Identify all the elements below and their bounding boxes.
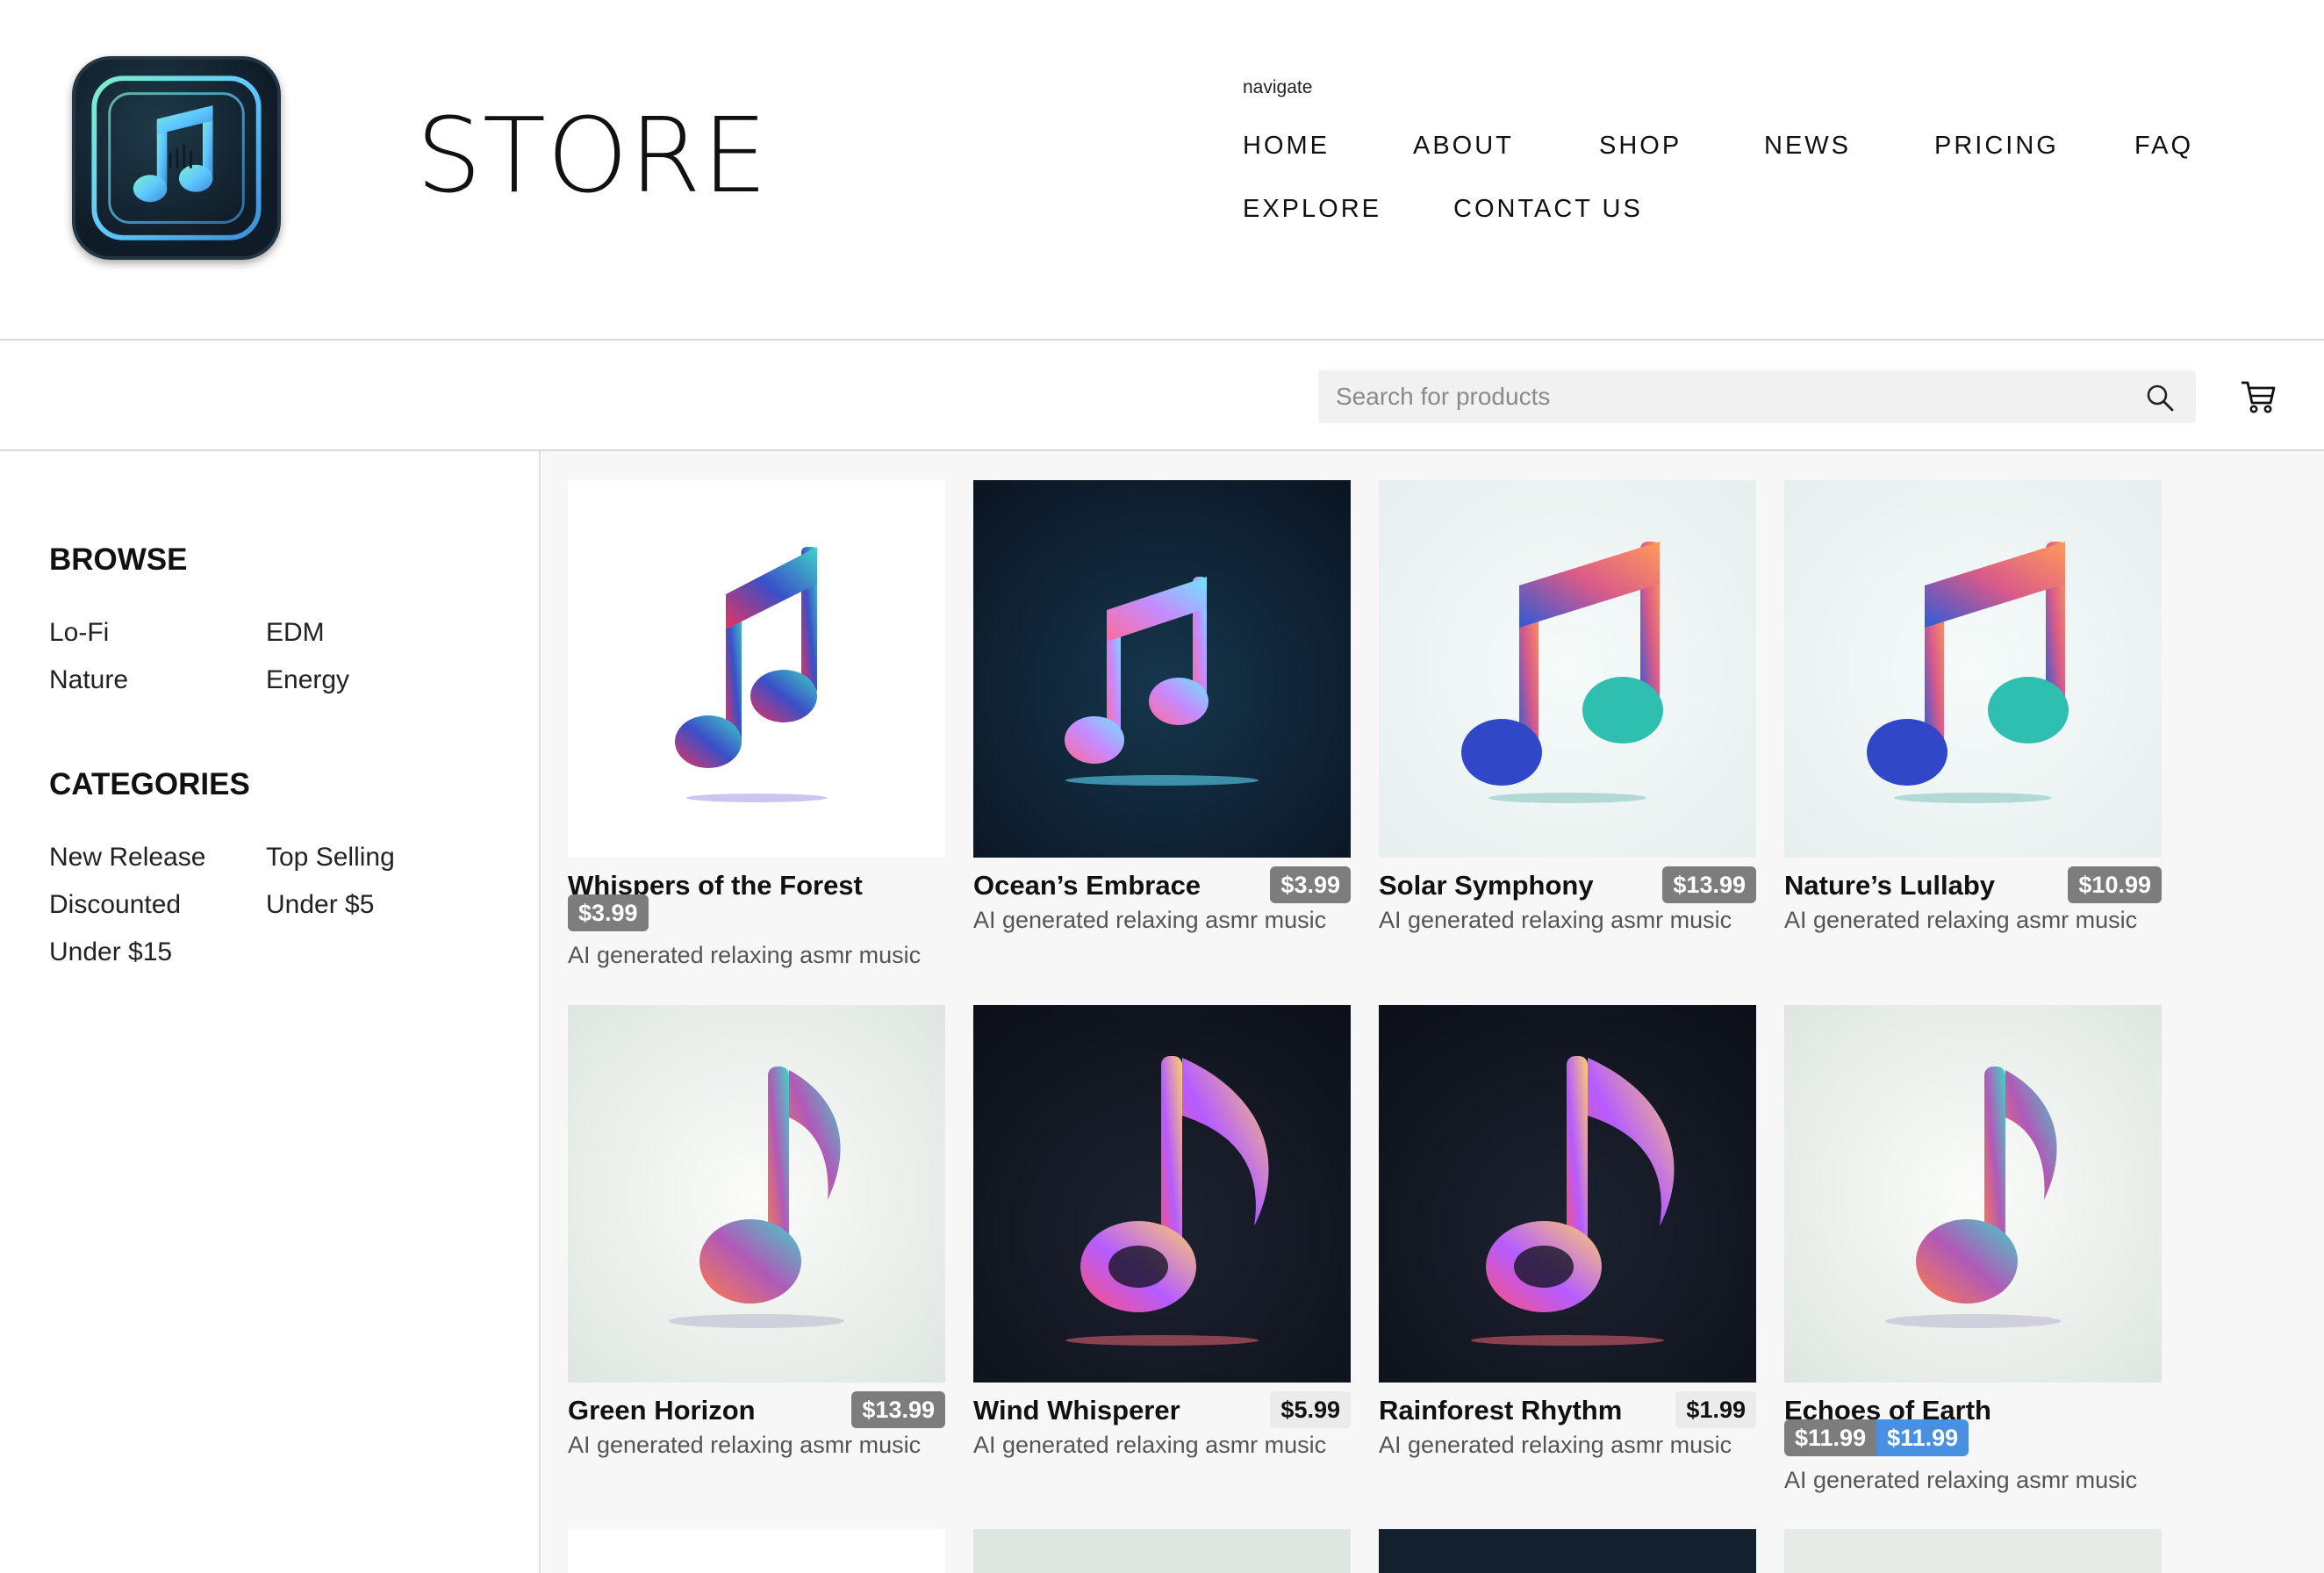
price-row: $11.99 $11.99 <box>1784 1419 1969 1456</box>
price-badge: $3.99 <box>1270 866 1351 903</box>
product-description: AI generated relaxing asmr music <box>973 907 1327 933</box>
music-note-icon <box>568 1005 945 1383</box>
product-title[interactable]: Wind Whisperer <box>973 1395 1180 1426</box>
product-description: AI generated relaxing asmr music <box>1784 907 2138 933</box>
product-thumbnail[interactable] <box>568 1529 945 1573</box>
product-title[interactable]: Nature’s Lullaby <box>1784 870 1995 901</box>
category-new-release[interactable]: New Release <box>49 843 205 873</box>
price-badge: $10.99 <box>2068 866 2162 903</box>
category-top-selling[interactable]: Top Selling <box>266 843 395 873</box>
browse-item-lofi[interactable]: Lo-Fi <box>49 618 109 648</box>
music-note-icon <box>973 1005 1351 1383</box>
sidebar: BROWSE Lo-Fi EDM Nature Energy CATEGORIE… <box>0 451 541 1573</box>
price-badge: $13.99 <box>1662 866 1756 903</box>
categories-heading: CATEGORIES <box>49 767 250 801</box>
product-description: AI generated relaxing asmr music <box>568 1432 922 1458</box>
sale-price-badge: $11.99 <box>1876 1419 1969 1456</box>
nav-contact-us[interactable]: CONTACT US <box>1453 195 1643 224</box>
product-thumbnail[interactable] <box>973 480 1351 858</box>
category-under-5[interactable]: Under $5 <box>266 890 374 920</box>
music-note-icon <box>1784 1005 2162 1383</box>
product-thumbnail[interactable] <box>1784 1005 2162 1383</box>
category-discounted[interactable]: Discounted <box>49 890 181 920</box>
price-badge: $5.99 <box>1270 1391 1351 1428</box>
search-icon[interactable] <box>2145 383 2175 413</box>
nav-about[interactable]: ABOUT <box>1413 132 1514 161</box>
music-note-icon <box>1379 1005 1756 1383</box>
product-grid: Whispers of the Forest $3.99 AI generate… <box>542 451 2324 1573</box>
product-description: AI generated relaxing asmr music <box>973 1432 1327 1458</box>
site-header: STORE navigate HOME ABOUT SHOP NEWS PRIC… <box>0 0 2324 341</box>
music-note-icon <box>1379 480 1756 858</box>
browse-item-edm[interactable]: EDM <box>266 618 325 648</box>
product-thumbnail[interactable] <box>1379 1529 1756 1573</box>
music-note-icon <box>973 480 1351 858</box>
product-title[interactable]: Green Horizon <box>568 1395 756 1426</box>
music-note-icon <box>568 480 945 858</box>
price-badge: $3.99 <box>568 894 649 931</box>
category-under-15[interactable]: Under $15 <box>49 937 172 967</box>
search-input[interactable] <box>1336 370 2108 423</box>
store-logo[interactable] <box>72 56 281 260</box>
product-thumbnail[interactable] <box>1784 1529 2162 1573</box>
browse-heading: BROWSE <box>49 542 188 577</box>
product-thumbnail[interactable] <box>1379 480 1756 858</box>
nav-home[interactable]: HOME <box>1243 132 1330 161</box>
product-thumbnail[interactable] <box>568 480 945 858</box>
product-thumbnail[interactable] <box>1379 1005 1756 1383</box>
nav-caption: navigate <box>1243 77 1313 97</box>
search-bar-row <box>0 342 2324 451</box>
original-price-badge: $11.99 <box>1784 1419 1877 1456</box>
music-circuit-logo-icon <box>91 75 262 241</box>
nav-shop[interactable]: SHOP <box>1599 132 1682 161</box>
product-description: AI generated relaxing asmr music <box>1379 907 1732 933</box>
nav-faq[interactable]: FAQ <box>2134 132 2193 161</box>
product-description: AI generated relaxing asmr music <box>1379 1432 1732 1458</box>
price-badge: $13.99 <box>851 1391 945 1428</box>
product-title[interactable]: Ocean’s Embrace <box>973 870 1201 901</box>
nav-explore[interactable]: EXPLORE <box>1243 195 1381 224</box>
music-note-icon <box>1784 480 2162 858</box>
nav-pricing[interactable]: PRICING <box>1934 132 2059 161</box>
browse-item-energy[interactable]: Energy <box>266 665 349 695</box>
price-row: $3.99 <box>568 894 649 931</box>
product-description: AI generated relaxing asmr music <box>1784 1467 2138 1493</box>
product-thumbnail[interactable] <box>1784 480 2162 858</box>
product-title[interactable]: Solar Symphony <box>1379 870 1594 901</box>
product-thumbnail[interactable] <box>568 1005 945 1383</box>
product-thumbnail[interactable] <box>973 1529 1351 1573</box>
browse-item-nature[interactable]: Nature <box>49 665 128 695</box>
cart-icon[interactable] <box>2240 379 2277 414</box>
search-box <box>1318 370 2196 423</box>
product-description: AI generated relaxing asmr music <box>568 942 922 968</box>
price-badge: $1.99 <box>1675 1391 1756 1428</box>
product-title[interactable]: Rainforest Rhythm <box>1379 1395 1622 1426</box>
store-brand-title: STORE <box>416 95 769 216</box>
nav-news[interactable]: NEWS <box>1764 132 1851 161</box>
product-thumbnail[interactable] <box>973 1005 1351 1383</box>
